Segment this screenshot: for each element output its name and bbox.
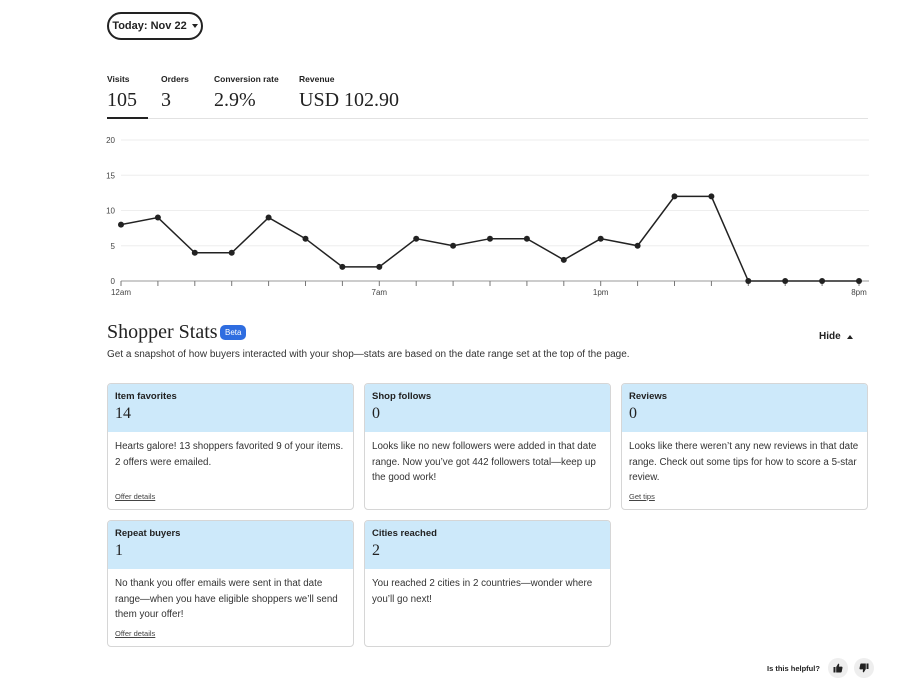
card-body: You reached 2 cities in 2 countries—wond…	[372, 578, 593, 605]
data-point	[597, 235, 604, 242]
data-point	[708, 193, 715, 200]
data-point	[782, 278, 789, 284]
data-point	[376, 263, 383, 270]
card-value: 0	[372, 405, 380, 422]
data-point	[228, 249, 235, 256]
card-title: Cities reached	[372, 528, 437, 539]
x-tick-label: 12am	[111, 288, 131, 297]
metric-value: USD 102.90	[299, 89, 400, 111]
x-tick-label: 7am	[372, 288, 388, 297]
card-title: Repeat buyers	[115, 528, 181, 539]
data-point	[856, 278, 862, 284]
beta-badge: Beta	[220, 325, 247, 340]
card-body: Hearts galore! 13 shoppers favorited 9 o…	[115, 441, 344, 468]
metric-label: Conversion rate	[214, 74, 279, 84]
data-point	[523, 235, 530, 242]
y-tick-label: 20	[106, 136, 115, 145]
data-point	[413, 235, 420, 242]
offer-details-link[interactable]: Offer details	[115, 492, 155, 501]
metric-label: Orders	[161, 74, 189, 84]
get-tips-link[interactable]: Get tips	[629, 492, 655, 501]
data-point	[560, 256, 567, 263]
thumbs-down-button[interactable]	[853, 658, 874, 678]
card-body: No thank you offer emails were sent in t…	[115, 578, 338, 620]
hide-button[interactable]: Hide	[819, 331, 853, 342]
thumbs-down-icon	[859, 663, 869, 673]
thumbs-up-button[interactable]	[827, 658, 848, 678]
card-value: 2	[372, 542, 380, 559]
feedback-label: Is this helpful?	[767, 663, 820, 673]
shopper-stats-subtitle: Get a snapshot of how buyers interacted …	[107, 349, 630, 360]
offer-details-link[interactable]: Offer details	[115, 629, 155, 638]
data-point	[302, 235, 309, 242]
metric-tab-visits[interactable]: Visits 105	[107, 74, 148, 119]
metric-label: Visits	[107, 74, 130, 84]
feedback-bar: Is this helpful?	[767, 658, 874, 678]
caret-down-icon	[191, 24, 198, 28]
y-tick-label: 10	[106, 207, 115, 216]
y-tick-label: 15	[106, 171, 115, 180]
data-point	[745, 278, 752, 284]
data-point	[191, 249, 198, 256]
metrics-tabs: Visits 105 Orders 3 Conversion rate 2.9%…	[107, 74, 868, 119]
card-shop-follows: Shop follows 0 Looks like no new followe…	[364, 383, 611, 510]
card-value: 0	[629, 405, 637, 422]
metric-tab-orders[interactable]: Orders 3	[161, 74, 201, 119]
card-title: Shop follows	[372, 391, 432, 402]
metric-value: 105	[107, 89, 137, 111]
card-reviews: Reviews 0 Looks like there weren’t any n…	[621, 383, 868, 510]
metric-tab-conversion-rate[interactable]: Conversion rate 2.9%	[214, 74, 284, 119]
x-tick-label: 1pm	[593, 288, 609, 297]
card-body: Looks like there weren’t any new reviews…	[629, 441, 859, 483]
data-point	[634, 242, 641, 249]
shopper-stats-title: Shopper Stats	[107, 321, 218, 343]
date-range-label: Today: Nov 22	[112, 20, 187, 32]
card-repeat-buyers: Repeat buyers 1 No thank you offer email…	[107, 520, 354, 647]
data-point	[487, 235, 493, 242]
metric-tab-revenue[interactable]: Revenue USD 102.90	[299, 74, 399, 119]
card-value: 1	[115, 542, 123, 559]
chevron-up-icon	[846, 334, 853, 339]
card-value: 14	[115, 405, 131, 422]
card-body: Looks like no new followers were added i…	[372, 441, 597, 483]
data-point	[265, 214, 272, 221]
data-point	[819, 278, 826, 284]
card-cities-reached: Cities reached 2 You reached 2 cities in…	[364, 520, 611, 647]
data-point	[118, 221, 124, 228]
card-title: Reviews	[629, 391, 668, 402]
data-point	[339, 263, 346, 270]
data-point	[671, 193, 678, 200]
visits-line-chart: 0 5 10 15 20 12am 7am 1pm 8pm	[106, 136, 869, 297]
y-tick-label: 5	[111, 242, 116, 251]
card-title: Item favorites	[115, 391, 177, 402]
metric-label: Revenue	[299, 74, 335, 84]
metric-value: 3	[161, 89, 171, 111]
metric-value: 2.9%	[214, 89, 256, 111]
data-point	[450, 242, 457, 249]
hide-label: Hide	[819, 331, 841, 342]
thumbs-up-icon	[833, 663, 843, 673]
card-item-favorites: Item favorites 14 Hearts galore! 13 shop…	[107, 383, 354, 510]
data-point	[154, 214, 161, 221]
x-tick-label: 8pm	[851, 288, 867, 297]
date-range-dropdown[interactable]: Today: Nov 22	[107, 12, 203, 40]
y-tick-label: 0	[111, 277, 116, 286]
